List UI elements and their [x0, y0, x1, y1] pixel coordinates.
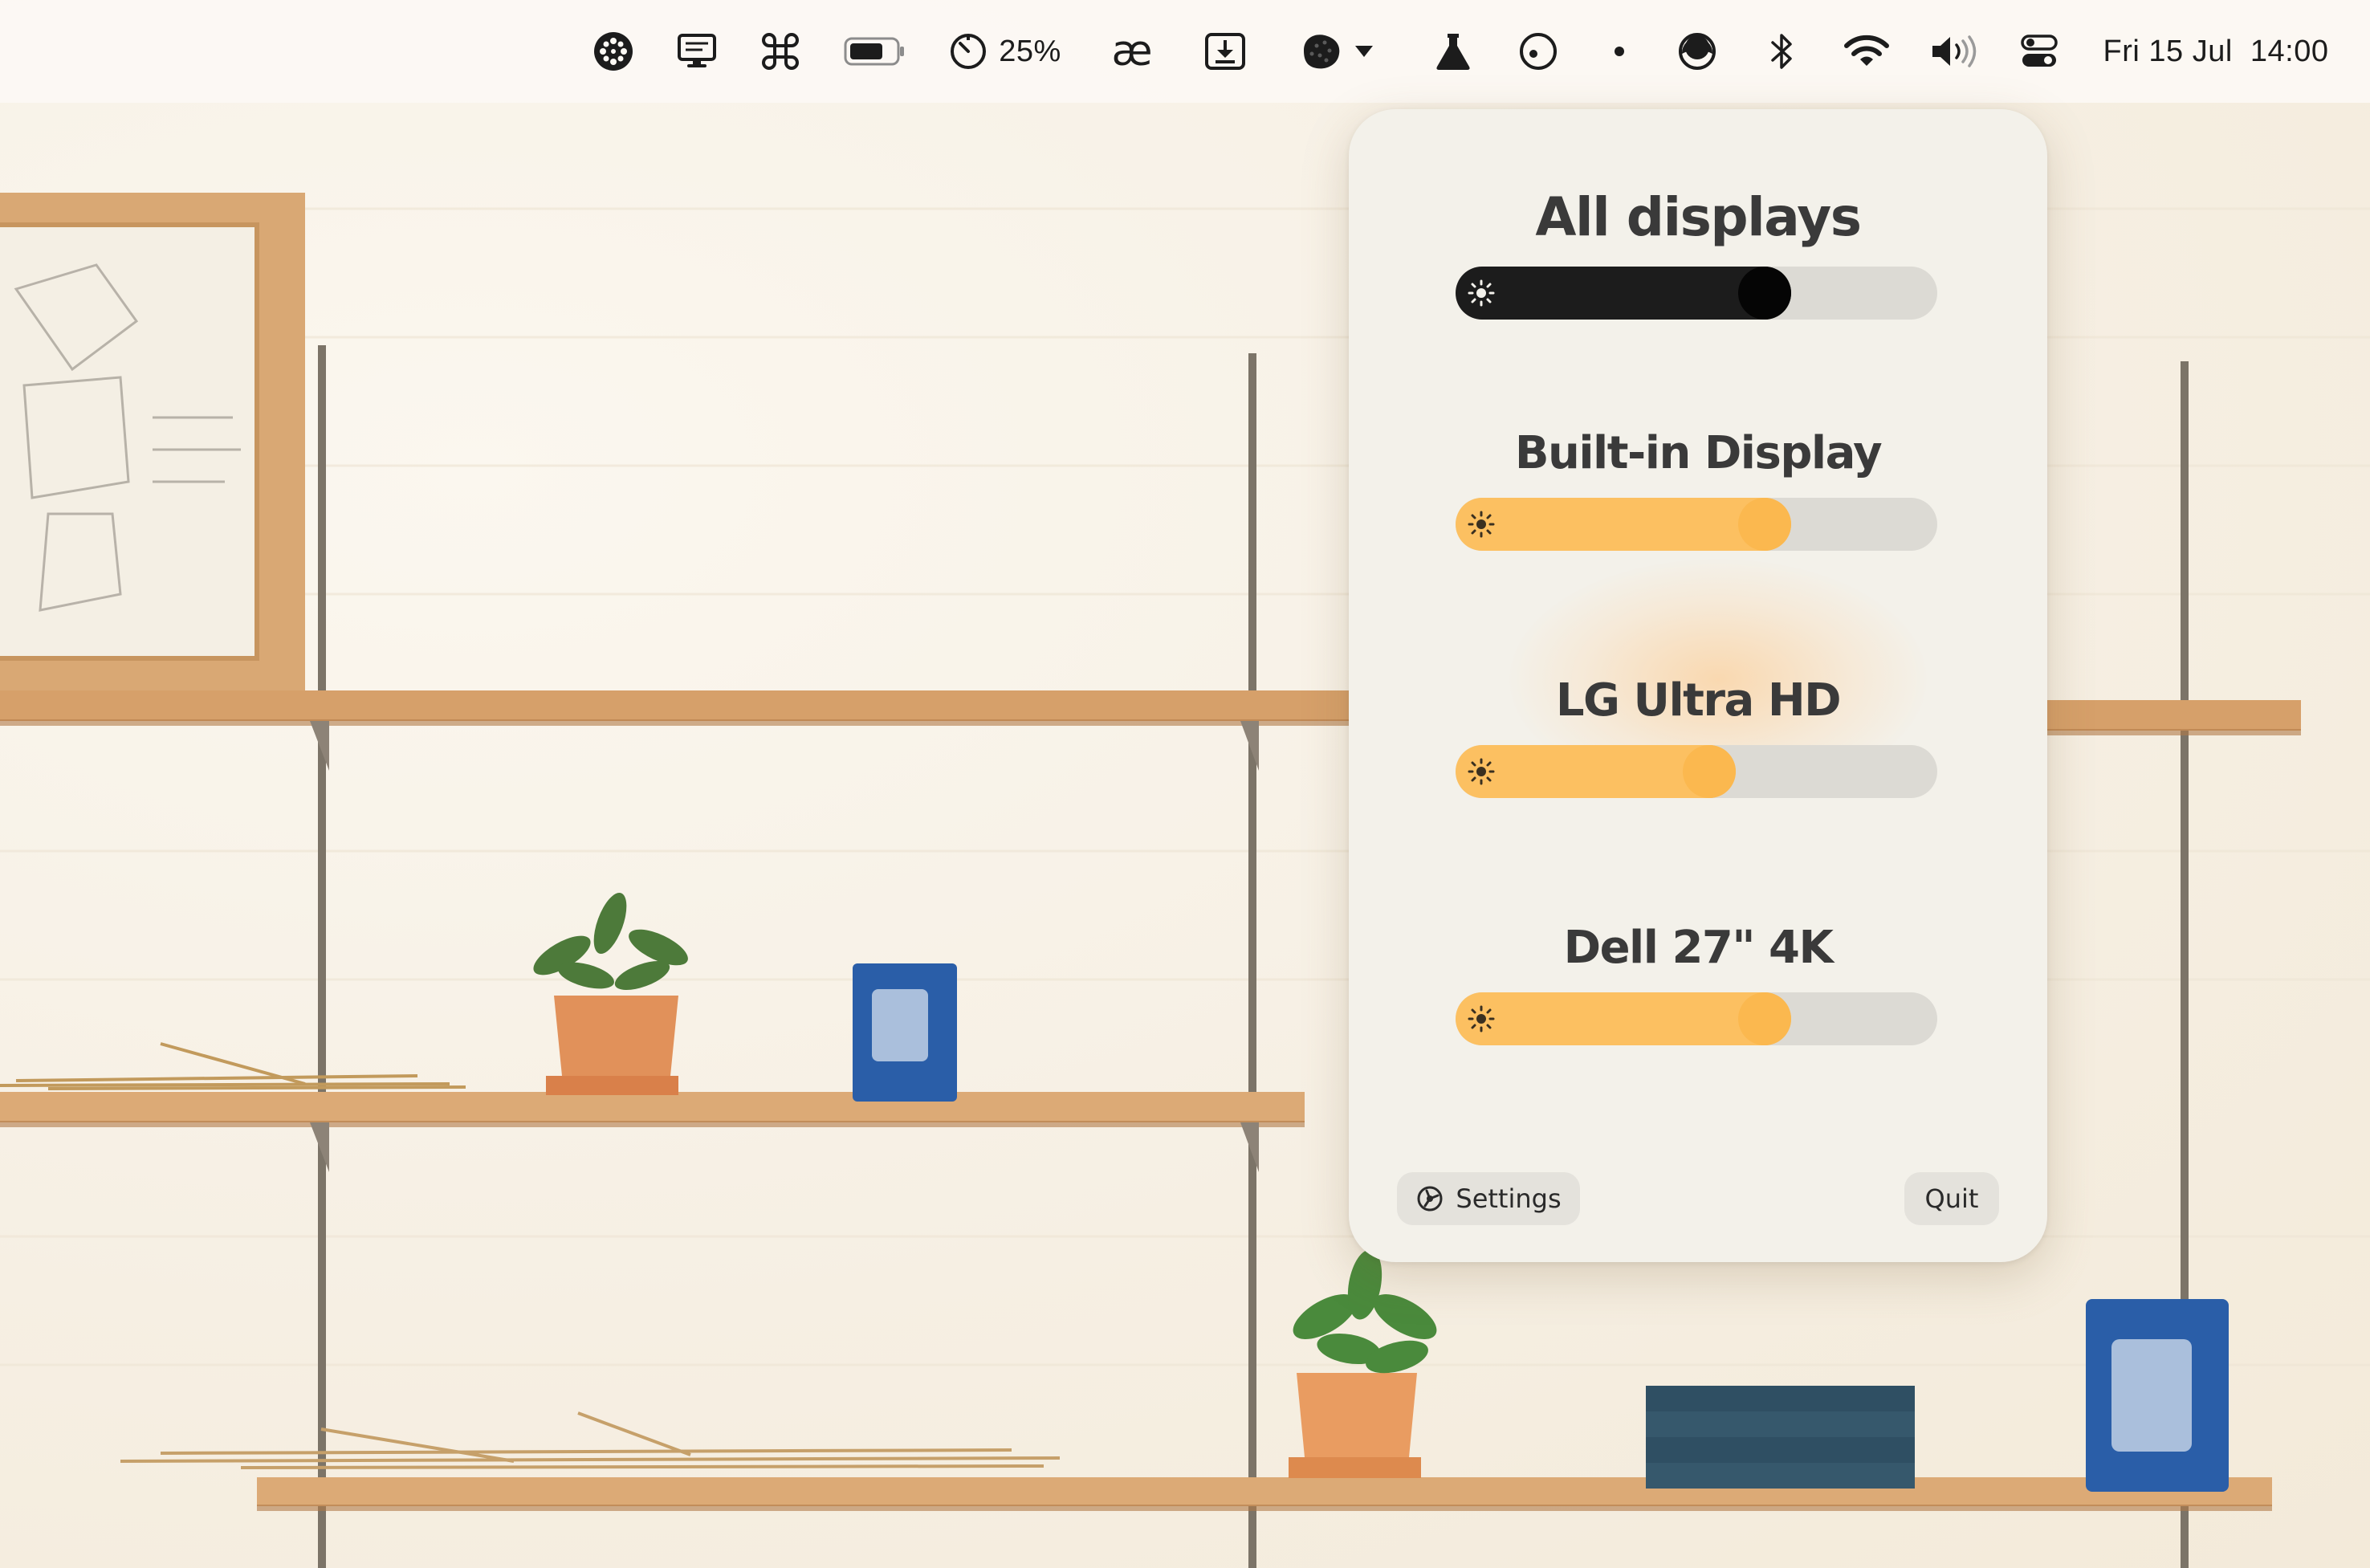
settings-label: Settings: [1456, 1183, 1562, 1214]
flask-icon[interactable]: [1431, 0, 1476, 103]
brightness-slider[interactable]: [1456, 498, 1937, 551]
slider-knob[interactable]: [1738, 992, 1791, 1045]
download-tray-icon[interactable]: [1201, 0, 1249, 103]
timer-percentage[interactable]: 25%: [994, 0, 1066, 103]
display-brightness-popover: All displays Built-in Display LG Ultra H…: [1349, 109, 2047, 1262]
slider-knob[interactable]: [1738, 498, 1791, 551]
command-key-icon[interactable]: [756, 0, 804, 103]
wifi-icon[interactable]: [1840, 0, 1893, 103]
menu-bar: 25% æ Fri 15 Jul 14:00: [0, 0, 2370, 103]
display-monitor-icon[interactable]: [674, 0, 719, 103]
dotted-circle-icon[interactable]: [589, 0, 637, 103]
sun-icon: [1468, 511, 1495, 538]
display-name: Built-in Display: [1514, 427, 1883, 479]
face-circle-icon[interactable]: [1516, 0, 1561, 103]
settings-button[interactable]: Settings: [1397, 1172, 1580, 1225]
control-center-icon[interactable]: [2017, 0, 2062, 103]
bluetooth-icon[interactable]: [1761, 0, 1802, 103]
sun-icon: [1468, 279, 1495, 307]
display-name: All displays: [1535, 186, 1862, 248]
sun-icon: [1468, 1005, 1495, 1032]
half-moon-circle-icon[interactable]: [1675, 0, 1720, 103]
battery-icon[interactable]: [843, 0, 907, 103]
display-name: Dell 27" 4K: [1563, 922, 1834, 974]
brightness-slider[interactable]: [1456, 992, 1937, 1045]
settings-gear-icon: [1417, 1186, 1443, 1212]
ae-ligature-icon[interactable]: æ: [1106, 0, 1158, 103]
timer-icon[interactable]: [946, 0, 991, 103]
quit-button[interactable]: Quit: [1904, 1172, 1999, 1225]
dark-blob-dropdown-icon[interactable]: [1297, 0, 1386, 103]
slider-knob[interactable]: [1683, 745, 1736, 798]
quit-label: Quit: [1924, 1183, 1979, 1214]
menubar-clock[interactable]: Fri 15 Jul 14:00: [2087, 0, 2344, 103]
brightness-slider[interactable]: [1456, 745, 1937, 798]
sun-icon: [1468, 758, 1495, 785]
dot-icon[interactable]: [1607, 0, 1631, 103]
slider-knob[interactable]: [1738, 267, 1791, 320]
brightness-slider[interactable]: [1456, 267, 1937, 320]
display-name: LG Ultra HD: [1555, 674, 1842, 727]
volume-icon[interactable]: [1927, 0, 1983, 103]
